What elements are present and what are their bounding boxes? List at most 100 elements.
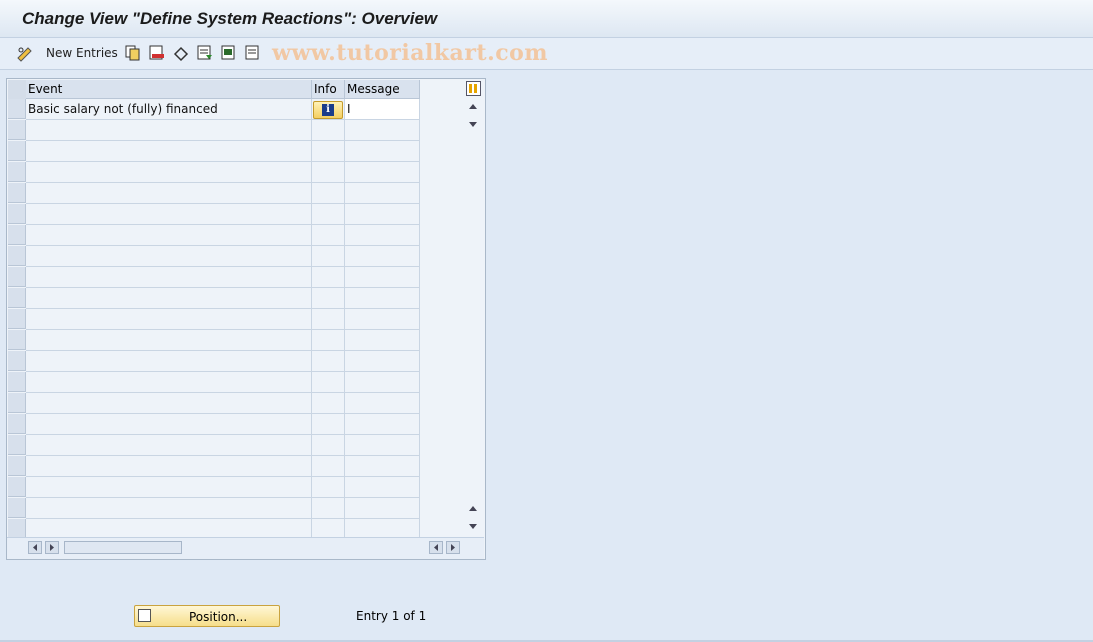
info-cell: [312, 372, 345, 393]
row-selector[interactable]: [8, 267, 26, 287]
event-cell: [26, 246, 312, 267]
scroll-thumb[interactable]: [64, 541, 182, 554]
scroll-right-button[interactable]: [45, 541, 59, 554]
select-block-icon[interactable]: [221, 44, 237, 62]
scroll-page-up-icon[interactable]: [468, 505, 478, 513]
event-cell: [26, 204, 312, 225]
event-cell: [26, 183, 312, 204]
chevron-right-icon: [451, 544, 455, 551]
row-selector[interactable]: [8, 204, 26, 224]
table-settings-icon[interactable]: [466, 81, 481, 96]
event-cell: [26, 414, 312, 435]
scroll-left-button[interactable]: [28, 541, 42, 554]
scroll-page-down-icon[interactable]: [468, 523, 478, 531]
info-cell: [312, 330, 345, 351]
event-cell: [26, 120, 312, 141]
event-cell: [26, 477, 312, 498]
event-cell: [26, 225, 312, 246]
deselect-all-icon[interactable]: [245, 44, 261, 62]
info-cell: [312, 456, 345, 477]
row-selector[interactable]: [8, 498, 26, 518]
application-toolbar: New Entries www.tutorialkart.com: [0, 38, 1093, 70]
info-cell: [312, 435, 345, 456]
event-cell: [26, 309, 312, 330]
row-selector[interactable]: [8, 519, 26, 539]
row-selector[interactable]: [8, 99, 26, 119]
position-icon: [138, 609, 151, 622]
scroll-up-icon[interactable]: [468, 103, 478, 111]
row-selector[interactable]: [8, 225, 26, 245]
row-selector[interactable]: [8, 288, 26, 308]
row-selector[interactable]: [8, 141, 26, 161]
message-cell: [345, 162, 420, 183]
message-cell: [345, 204, 420, 225]
select-all-rows-header[interactable]: [8, 80, 27, 99]
event-cell: [26, 288, 312, 309]
info-cell: [312, 309, 345, 330]
page-title: Change View "Define System Reactions": O…: [22, 9, 438, 28]
watermark: www.tutorialkart.com: [272, 40, 549, 66]
message-cell: [345, 498, 420, 519]
message-cell: [345, 225, 420, 246]
copy-icon[interactable]: [125, 44, 141, 62]
row-selector[interactable]: [8, 351, 26, 371]
info-button[interactable]: i: [313, 101, 343, 119]
row-selector[interactable]: [8, 393, 26, 413]
scroll-right-button-2[interactable]: [446, 541, 460, 554]
event-cell: [26, 162, 312, 183]
message-cell: [345, 330, 420, 351]
row-selector[interactable]: [8, 246, 26, 266]
event-cell: [26, 141, 312, 162]
scroll-left-button-2[interactable]: [429, 541, 443, 554]
message-cell: [345, 456, 420, 477]
message-cell: [345, 477, 420, 498]
event-cell: [26, 330, 312, 351]
message-cell: [345, 351, 420, 372]
info-cell: [312, 225, 345, 246]
column-header-message[interactable]: Message: [345, 80, 420, 99]
row-selector[interactable]: [8, 477, 26, 497]
message-cell: [345, 414, 420, 435]
info-cell: [312, 204, 345, 225]
info-cell: [312, 183, 345, 204]
row-selector[interactable]: [8, 120, 26, 140]
message-input[interactable]: I: [345, 99, 420, 120]
info-icon: i: [322, 104, 334, 116]
info-cell: [312, 498, 345, 519]
row-selector[interactable]: [8, 435, 26, 455]
info-cell: [312, 393, 345, 414]
undo-icon[interactable]: [173, 44, 189, 62]
chevron-left-icon: [33, 544, 37, 551]
row-selector[interactable]: [8, 162, 26, 182]
row-selector[interactable]: [8, 414, 26, 434]
glasses-edit-icon[interactable]: [16, 44, 34, 62]
row-selector[interactable]: [8, 456, 26, 476]
message-cell: [345, 372, 420, 393]
position-button[interactable]: Position...: [134, 605, 280, 627]
chevron-left-icon: [434, 544, 438, 551]
event-cell: [26, 372, 312, 393]
event-cell: Basic salary not (fully) financed: [26, 99, 312, 120]
message-cell: [345, 246, 420, 267]
new-entries-button[interactable]: New Entries: [46, 46, 118, 60]
vertical-scrollbar[interactable]: [465, 99, 482, 531]
select-all-icon[interactable]: [197, 44, 213, 62]
scroll-down-icon[interactable]: [468, 121, 478, 129]
message-cell: [345, 183, 420, 204]
row-selector[interactable]: [8, 372, 26, 392]
row-selector[interactable]: [8, 309, 26, 329]
message-cell: [345, 309, 420, 330]
event-cell: [26, 393, 312, 414]
info-cell: [312, 414, 345, 435]
column-header-event[interactable]: Event: [26, 80, 312, 99]
info-cell: [312, 141, 345, 162]
message-cell: [345, 288, 420, 309]
event-cell: [26, 456, 312, 477]
column-header-info[interactable]: Info: [312, 80, 345, 99]
event-cell: [26, 267, 312, 288]
horizontal-scrollbar[interactable]: [7, 537, 484, 559]
delete-icon[interactable]: [149, 44, 165, 62]
message-cell: [345, 120, 420, 141]
row-selector[interactable]: [8, 183, 26, 203]
row-selector[interactable]: [8, 330, 26, 350]
